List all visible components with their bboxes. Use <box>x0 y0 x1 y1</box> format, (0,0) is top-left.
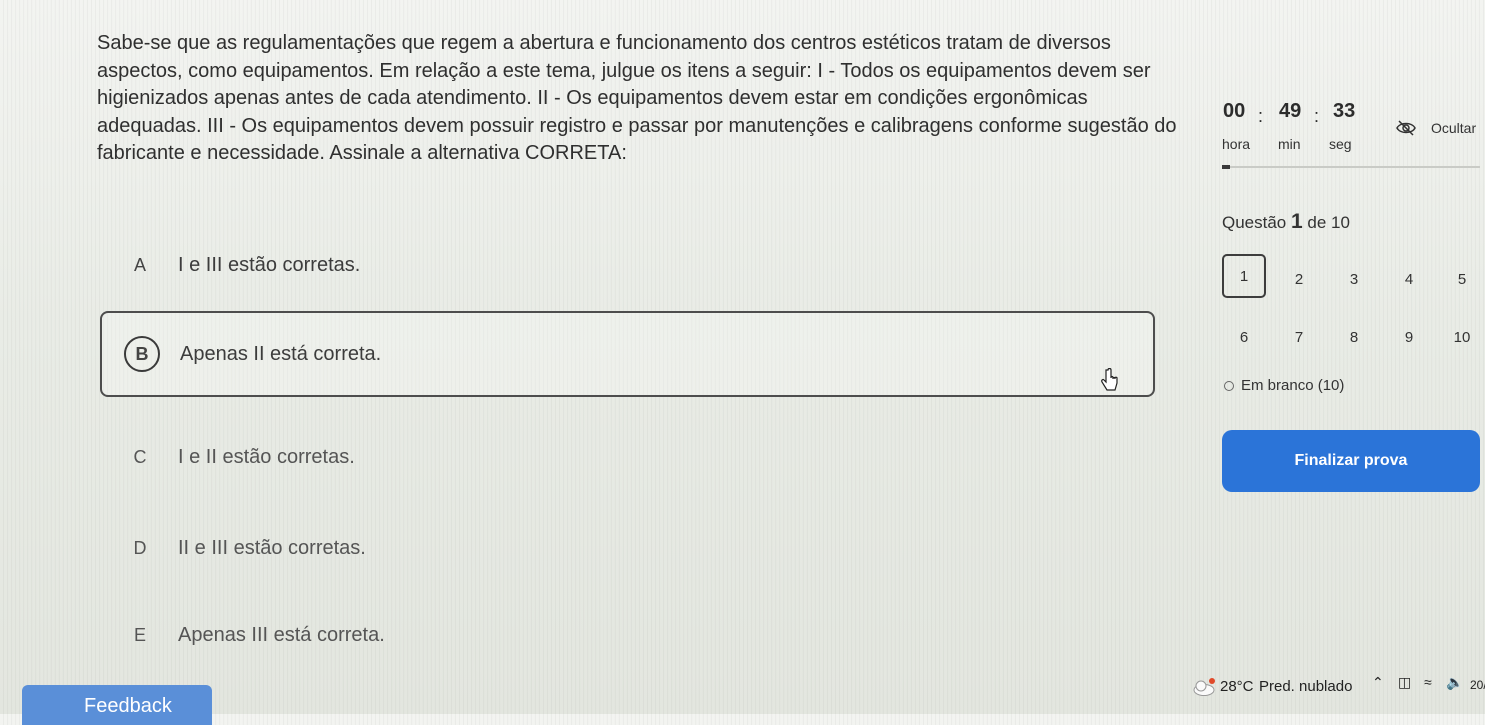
feedback-tab[interactable]: Feedback <box>22 685 212 725</box>
timer-minutes: 49 <box>1279 100 1302 122</box>
hide-timer-button[interactable]: Ocultar <box>1395 116 1485 140</box>
question-nav-item[interactable]: 8 <box>1332 315 1376 359</box>
timer-hours: 00 <box>1223 100 1246 122</box>
speaker-icon[interactable]: 🔈 <box>1446 674 1463 691</box>
option-text: Apenas II está correta. <box>180 342 382 365</box>
option-text: II e III estão corretas. <box>178 536 366 559</box>
finish-exam-button[interactable]: Finalizar prova <box>1222 430 1480 492</box>
option-letter: C <box>133 446 147 467</box>
option-letter: E <box>133 624 146 645</box>
question-counter-current: 1 <box>1291 210 1303 233</box>
timer-separator: : <box>1314 106 1320 126</box>
blank-dot-icon <box>1224 380 1234 391</box>
question-nav-item[interactable]: 5 <box>1440 257 1484 301</box>
question-counter-prefix: Questão <box>1222 213 1287 232</box>
timer-minutes-label: min <box>1278 136 1301 152</box>
question-nav-item[interactable]: 2 <box>1277 257 1321 301</box>
cloud-icon[interactable] <box>1192 678 1216 696</box>
question-nav-item[interactable]: 1 <box>1222 254 1266 298</box>
chevron-up-icon[interactable]: ⌃ <box>1372 674 1384 691</box>
question-text: Sabe-se que as regulamentações que regem… <box>97 32 1177 164</box>
onedrive-icon[interactable]: ◫ <box>1398 674 1411 691</box>
timer-progress-fill <box>1222 165 1230 169</box>
option-text: I e II estão corretas. <box>178 445 355 468</box>
timer-seconds: 33 <box>1333 100 1356 122</box>
question-navigator: 1 2 3 4 5 6 7 8 9 10 <box>1222 254 1484 374</box>
option-d[interactable]: D II e III estão corretas. <box>100 505 1155 591</box>
hand-cursor-icon <box>1101 368 1118 391</box>
weather-temperature[interactable]: 28°C <box>1220 678 1254 695</box>
timer-hours-label: hora <box>1222 136 1251 152</box>
eye-off-icon <box>1396 120 1416 136</box>
option-e[interactable]: E Apenas III está correta. <box>100 592 1155 678</box>
option-c[interactable]: C I e II estão corretas. <box>100 414 1155 500</box>
blank-status: Em branco (10) <box>1224 377 1344 394</box>
option-letter: D <box>133 537 147 558</box>
timer-seconds-label: seg <box>1329 136 1352 152</box>
question-nav-item[interactable]: 6 <box>1222 315 1266 359</box>
option-b[interactable]: B Apenas II está correta. <box>100 311 1155 397</box>
weather-description[interactable]: Pred. nublado <box>1259 678 1352 695</box>
question-nav-item[interactable]: 3 <box>1332 257 1376 301</box>
question-nav-item[interactable]: 4 <box>1387 257 1431 301</box>
timer-progress-bar <box>1222 165 1480 169</box>
option-a[interactable]: A I e III estão corretas. <box>100 222 1155 308</box>
blank-status-label: Em branco (10) <box>1241 377 1345 394</box>
wifi-icon[interactable]: ≈ <box>1424 674 1432 690</box>
hide-timer-label: Ocultar <box>1431 120 1477 136</box>
option-text: Apenas III está correta. <box>178 623 385 646</box>
option-letter: A <box>133 254 146 275</box>
os-taskbar: 28°C Pred. nublado ⌃ ◫ ≈ 🔈 20/ <box>1180 668 1485 708</box>
question-counter-suffix: de 10 <box>1307 213 1350 232</box>
option-text: I e III estão corretas. <box>178 253 361 276</box>
question-nav-item[interactable]: 9 <box>1387 315 1431 359</box>
question-nav-item[interactable]: 7 <box>1277 315 1321 359</box>
taskbar-clock[interactable]: 20/ <box>1470 678 1485 692</box>
option-letter: B <box>124 336 160 372</box>
question-counter: Questão 1 de 10 <box>1222 210 1350 234</box>
timer-separator: : <box>1258 106 1264 126</box>
question-nav-item[interactable]: 10 <box>1440 315 1484 359</box>
